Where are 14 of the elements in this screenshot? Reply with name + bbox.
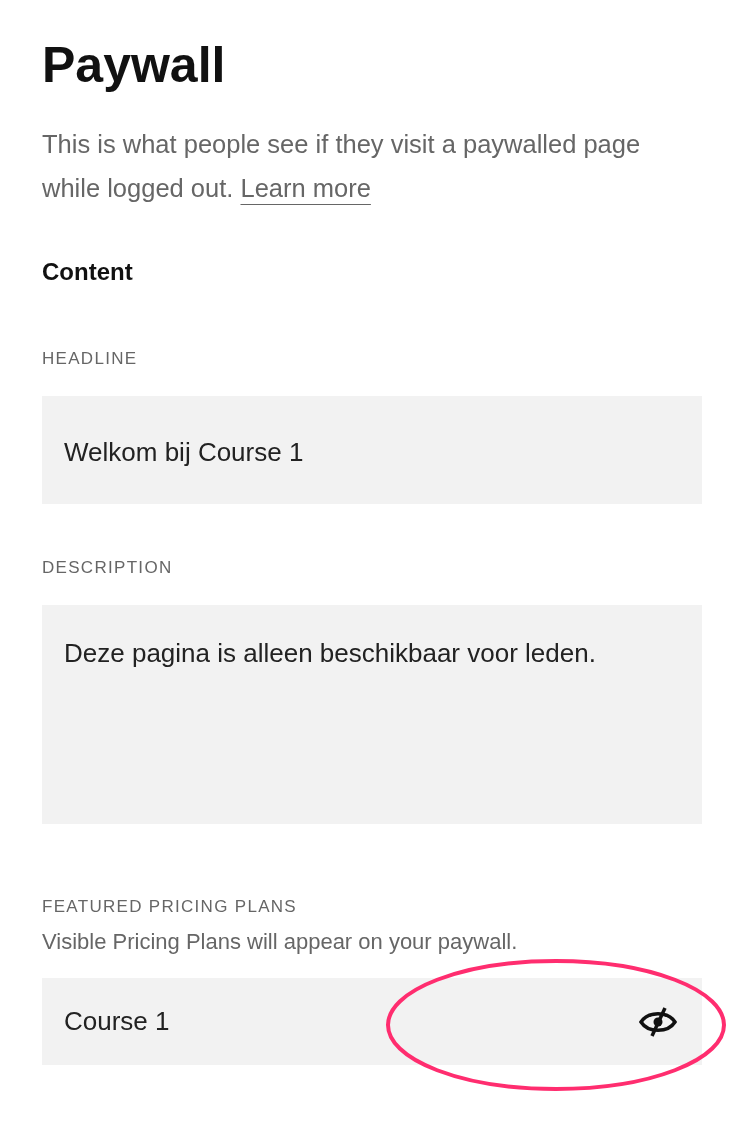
headline-field[interactable]: Welkom bij Course 1: [42, 396, 702, 504]
intro-text: This is what people see if they visit a paywalled page while logged out. Learn more: [42, 129, 642, 204]
eye-slash-icon: [638, 1005, 678, 1038]
field-label: FEATURED PRICING PLANS: [42, 896, 298, 918]
plan-name: Course 1: [64, 1006, 170, 1037]
visibility-toggle[interactable]: [638, 1005, 678, 1038]
field-label: DESCRIPTION: [42, 557, 174, 579]
pricing-plan-row[interactable]: Course 1: [42, 978, 702, 1065]
page-title: Paywall: [42, 36, 227, 95]
field-label: HEADLINE: [42, 348, 139, 370]
help-text: Visible Pricing Plans will appear on your paywall.: [42, 928, 519, 956]
section-heading: Content: [42, 257, 134, 287]
description-field[interactable]: Deze pagina is alleen beschikbaar voor leden.: [42, 605, 702, 824]
learn-more-link[interactable]: Learn more: [240, 174, 371, 202]
